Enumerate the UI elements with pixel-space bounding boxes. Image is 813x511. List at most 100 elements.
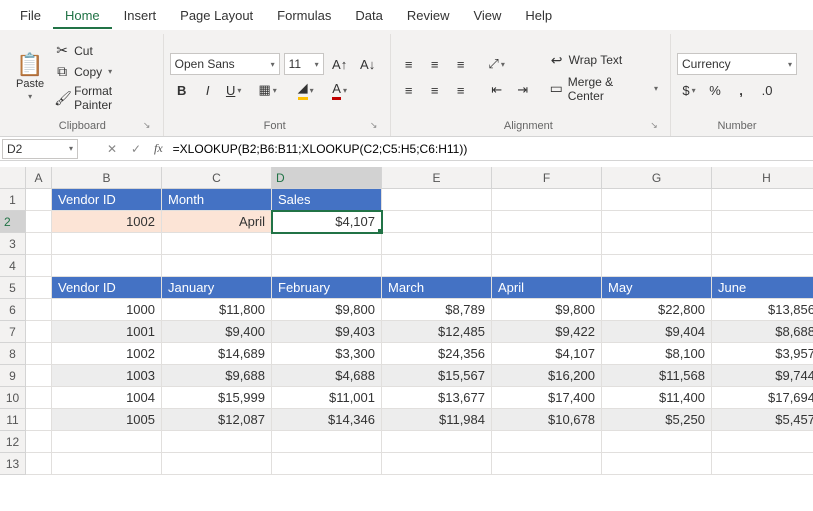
cell[interactable]: [492, 233, 602, 255]
cell[interactable]: $9,404: [602, 321, 712, 343]
tab-insert[interactable]: Insert: [112, 2, 169, 29]
cell[interactable]: 1004: [52, 387, 162, 409]
cell[interactable]: [712, 233, 813, 255]
cell[interactable]: $9,800: [272, 299, 382, 321]
cell[interactable]: [382, 189, 492, 211]
decrease-indent-icon[interactable]: ⇤: [485, 79, 509, 101]
cell[interactable]: $16,200: [492, 365, 602, 387]
cell[interactable]: [602, 233, 712, 255]
row-header[interactable]: 9: [0, 365, 26, 387]
cell[interactable]: $11,984: [382, 409, 492, 431]
cell[interactable]: [712, 211, 813, 233]
row-header[interactable]: 5: [0, 277, 26, 299]
cell[interactable]: February: [272, 277, 382, 299]
align-middle-icon[interactable]: ≡: [423, 53, 447, 75]
cell[interactable]: $11,001: [272, 387, 382, 409]
font-size-select[interactable]: 11▾: [284, 53, 324, 75]
cell[interactable]: March: [382, 277, 492, 299]
cell[interactable]: $4,107: [492, 343, 602, 365]
cell[interactable]: [272, 453, 382, 475]
cell[interactable]: $9,422: [492, 321, 602, 343]
cell[interactable]: 1002: [52, 211, 162, 233]
clipboard-launcher-icon[interactable]: ↘: [141, 120, 153, 132]
col-header[interactable]: H: [712, 167, 813, 189]
cell[interactable]: [602, 453, 712, 475]
row-header[interactable]: 4: [0, 255, 26, 277]
cut-button[interactable]: ✂Cut: [52, 41, 153, 60]
cell[interactable]: [602, 189, 712, 211]
formula-input[interactable]: [169, 139, 813, 159]
percent-format-icon[interactable]: %: [703, 79, 727, 101]
col-header[interactable]: E: [382, 167, 492, 189]
accounting-format-icon[interactable]: $: [677, 79, 701, 101]
cell[interactable]: [712, 431, 813, 453]
cell[interactable]: $12,485: [382, 321, 492, 343]
row-header[interactable]: 11: [0, 409, 26, 431]
increase-font-icon[interactable]: A↑: [328, 53, 352, 75]
row-header[interactable]: 10: [0, 387, 26, 409]
cell[interactable]: $5,457: [712, 409, 813, 431]
cell[interactable]: [52, 255, 162, 277]
tab-page-layout[interactable]: Page Layout: [168, 2, 265, 29]
cell[interactable]: [382, 431, 492, 453]
name-box[interactable]: D2: [2, 139, 78, 159]
active-cell[interactable]: $4,107: [272, 211, 382, 233]
tab-file[interactable]: File: [8, 2, 53, 29]
cell[interactable]: [52, 453, 162, 475]
col-header[interactable]: F: [492, 167, 602, 189]
cell[interactable]: $11,568: [602, 365, 712, 387]
select-all-corner[interactable]: [0, 167, 26, 189]
cell[interactable]: $14,689: [162, 343, 272, 365]
cell[interactable]: [492, 189, 602, 211]
number-format-select[interactable]: Currency▾: [677, 53, 797, 75]
row-header[interactable]: 1: [0, 189, 26, 211]
cell[interactable]: [602, 431, 712, 453]
font-launcher-icon[interactable]: ↘: [368, 120, 380, 132]
row-header[interactable]: 3: [0, 233, 26, 255]
row-header[interactable]: 6: [0, 299, 26, 321]
col-header[interactable]: C: [162, 167, 272, 189]
cell[interactable]: [272, 233, 382, 255]
cell[interactable]: $9,800: [492, 299, 602, 321]
cell[interactable]: [382, 211, 492, 233]
underline-button[interactable]: U: [222, 79, 246, 101]
cell[interactable]: $8,100: [602, 343, 712, 365]
row-header[interactable]: 12: [0, 431, 26, 453]
cell[interactable]: Vendor ID: [52, 277, 162, 299]
cell[interactable]: $22,800: [602, 299, 712, 321]
increase-indent-icon[interactable]: ⇥: [511, 79, 535, 101]
cell[interactable]: April: [162, 211, 272, 233]
cell[interactable]: 1002: [52, 343, 162, 365]
cell[interactable]: [272, 431, 382, 453]
cell[interactable]: $3,300: [272, 343, 382, 365]
increase-decimal-icon[interactable]: .0: [755, 79, 779, 101]
tab-home[interactable]: Home: [53, 2, 112, 29]
cell[interactable]: [52, 233, 162, 255]
cell[interactable]: 1005: [52, 409, 162, 431]
cell[interactable]: [26, 387, 52, 409]
cell[interactable]: [712, 255, 813, 277]
cell[interactable]: Month: [162, 189, 272, 211]
cell[interactable]: [492, 211, 602, 233]
cell[interactable]: $14,346: [272, 409, 382, 431]
cell[interactable]: $17,694: [712, 387, 813, 409]
comma-format-icon[interactable]: ,: [729, 79, 753, 101]
cell[interactable]: [26, 453, 52, 475]
cell[interactable]: [162, 255, 272, 277]
cell[interactable]: $11,800: [162, 299, 272, 321]
cell[interactable]: [382, 233, 492, 255]
cell[interactable]: $8,688: [712, 321, 813, 343]
fill-color-button[interactable]: ◢: [290, 79, 322, 101]
cell[interactable]: $11,400: [602, 387, 712, 409]
cell[interactable]: $9,400: [162, 321, 272, 343]
cell[interactable]: $13,856: [712, 299, 813, 321]
cell[interactable]: [492, 255, 602, 277]
col-header[interactable]: G: [602, 167, 712, 189]
cell[interactable]: $5,250: [602, 409, 712, 431]
wrap-text-button[interactable]: ↩Wrap Text: [547, 51, 660, 70]
cell[interactable]: [26, 343, 52, 365]
cell[interactable]: Sales: [272, 189, 382, 211]
align-right-icon[interactable]: ≡: [449, 79, 473, 101]
tab-review[interactable]: Review: [395, 2, 462, 29]
row-header[interactable]: 7: [0, 321, 26, 343]
